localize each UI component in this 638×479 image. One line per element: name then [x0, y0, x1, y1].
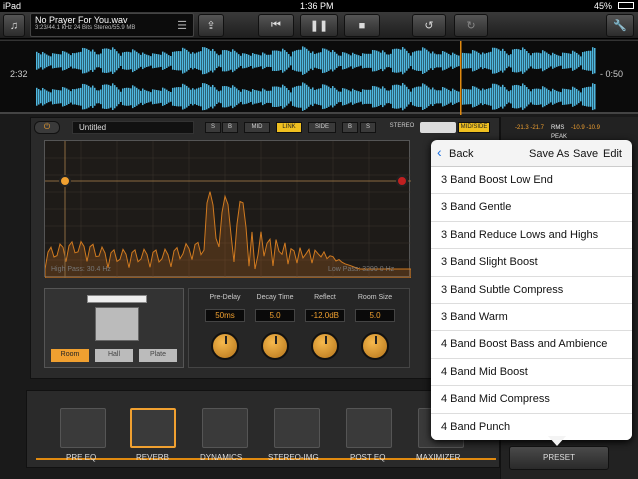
redo-button[interactable]: ↻: [454, 14, 488, 37]
waveform-view[interactable]: 2:32 - 0:50: [0, 40, 638, 115]
spectrum: [45, 141, 411, 278]
room-speakers: [95, 307, 139, 341]
stop-icon: ■: [358, 19, 366, 32]
roomsize-knob[interactable]: [361, 332, 389, 360]
list-icon[interactable]: ☰: [177, 19, 187, 32]
post-eq-module[interactable]: [346, 408, 392, 448]
hall-button[interactable]: Hall: [95, 349, 133, 362]
music-note-icon: ♫: [9, 19, 19, 32]
toolbar: ♫ No Prayer For You.wav 3:23/44.1 kHz 24…: [0, 12, 638, 39]
waveform: [36, 41, 596, 115]
preset-popover: ‹ Back Save As Save Edit 3 Band Boost Lo…: [431, 140, 632, 440]
midside-label[interactable]: MID/SIDE: [458, 122, 490, 133]
playhead[interactable]: [460, 41, 462, 115]
preset-item[interactable]: 3 Band Boost Low End: [431, 167, 632, 195]
chain-label: REVERB: [136, 453, 169, 462]
mode-mid[interactable]: MID: [244, 122, 270, 133]
param-label: Reflect: [314, 294, 336, 301]
preset-item[interactable]: 3 Band Slight Boost: [431, 249, 632, 277]
back-chevron-icon[interactable]: ‹: [437, 144, 442, 160]
pause-icon: ❚❚: [309, 20, 329, 32]
decay-knob[interactable]: [261, 332, 289, 360]
room-button[interactable]: Room: [51, 349, 89, 362]
status-bar: iPad 1:36 PM 45%: [0, 0, 638, 12]
pre-eq-module[interactable]: [60, 408, 106, 448]
undo-button[interactable]: ↺: [412, 14, 446, 37]
param-label: Pre-Delay: [209, 294, 241, 301]
carrier-label: iPad: [3, 1, 22, 11]
param-label: Decay Time: [256, 294, 294, 301]
stop-button[interactable]: ■: [344, 14, 380, 37]
mode-b-right[interactable]: B: [342, 122, 358, 133]
undo-icon: ↺: [424, 20, 434, 32]
preset-item[interactable]: 4 Band Boost Bass and Ambience: [431, 331, 632, 359]
mode-s-left[interactable]: S: [205, 122, 221, 133]
preset-item[interactable]: 3 Band Warm: [431, 303, 632, 332]
clock: 1:36 PM: [300, 1, 334, 11]
preset-item[interactable]: 4 Band Mid Boost: [431, 358, 632, 387]
highpass-handle[interactable]: [59, 175, 71, 187]
music-library-button[interactable]: ♫: [3, 14, 25, 37]
stereo-toggle[interactable]: [420, 122, 456, 133]
eq-graph[interactable]: High Pass: 30.4 Hz Low Pass: 3290 0 Hz: [44, 140, 411, 278]
rms-left: -21.3 -21.7: [515, 125, 545, 131]
chain-label: MAXIMIZER: [416, 453, 461, 462]
file-info[interactable]: No Prayer For You.wav 3:23/44.1 kHz 24 B…: [30, 13, 194, 37]
preset-item[interactable]: 3 Band Subtle Compress: [431, 276, 632, 304]
preset-item[interactable]: 4 Band Punch: [431, 413, 632, 440]
reflect-knob[interactable]: [311, 332, 339, 360]
preset-item[interactable]: 3 Band Reduce Lows and Highs: [431, 221, 632, 250]
mode-side[interactable]: SIDE: [308, 122, 336, 133]
stereo-img-module[interactable]: [274, 408, 320, 448]
highpass-readout: High Pass: 30.4 Hz: [51, 266, 111, 273]
preset-name[interactable]: Untitled: [72, 121, 194, 134]
back-button[interactable]: Back: [449, 148, 473, 160]
edit-button[interactable]: Edit: [603, 148, 622, 160]
rms-label: RMS: [551, 125, 565, 131]
file-name: No Prayer For You.wav: [35, 15, 128, 25]
pause-button[interactable]: ❚❚: [300, 14, 338, 37]
battery-icon: [618, 2, 634, 9]
wrench-icon: 🔧: [613, 20, 627, 32]
rms-right: -10.9 -10.9: [571, 125, 601, 131]
share-icon: ⇪: [206, 20, 216, 32]
dynamics-module[interactable]: [202, 408, 248, 448]
chain-label: POST EQ: [350, 453, 386, 462]
plate-button[interactable]: Plate: [139, 349, 177, 362]
predelay-knob[interactable]: [211, 332, 239, 360]
file-meta: 3:23/44.1 kHz 24 Bits Stereo/55.9 MB: [35, 25, 136, 31]
power-button[interactable]: ⏻: [34, 121, 60, 134]
popover-header: ‹ Back Save As Save Edit: [431, 140, 632, 167]
mode-link[interactable]: LINK: [276, 122, 302, 133]
settings-button[interactable]: 🔧: [606, 14, 634, 37]
preset-item[interactable]: 4 Band Mid Compress: [431, 386, 632, 414]
lowpass-handle[interactable]: [396, 175, 408, 187]
save-button[interactable]: Save: [573, 148, 598, 160]
power-icon: ⏻: [43, 122, 51, 131]
room-preview: Room Hall Plate: [44, 288, 184, 368]
room-light: [87, 295, 147, 303]
save-as-button[interactable]: Save As: [529, 148, 569, 160]
battery-label: 45%: [594, 1, 613, 11]
reflect-value[interactable]: -12.0dB: [305, 309, 345, 322]
reverb-module[interactable]: [130, 408, 176, 448]
popover-arrow: [548, 436, 566, 446]
chain-label: STEREO-IMG: [268, 453, 319, 462]
share-button[interactable]: ⇪: [198, 14, 224, 37]
skip-back-icon: ⏮: [271, 19, 281, 31]
preset-button[interactable]: PRESET: [509, 446, 609, 470]
roomsize-value[interactable]: 5.0: [355, 309, 395, 322]
skip-back-button[interactable]: ⏮: [258, 14, 294, 37]
chain-label: DYNAMICS: [200, 453, 243, 462]
redo-icon: ↻: [466, 20, 476, 32]
preset-item[interactable]: 3 Band Gentle: [431, 194, 632, 222]
param-label: Room Size: [357, 294, 393, 301]
mode-b-left[interactable]: B: [222, 122, 238, 133]
lowpass-readout: Low Pass: 3290 0 Hz: [328, 266, 395, 273]
chain-label: PRE EQ: [66, 453, 97, 462]
stereo-label: STEREO: [389, 123, 415, 129]
decay-value[interactable]: 5.0: [255, 309, 295, 322]
predelay-value[interactable]: 50ms: [205, 309, 245, 322]
mode-s-right[interactable]: S: [360, 122, 376, 133]
